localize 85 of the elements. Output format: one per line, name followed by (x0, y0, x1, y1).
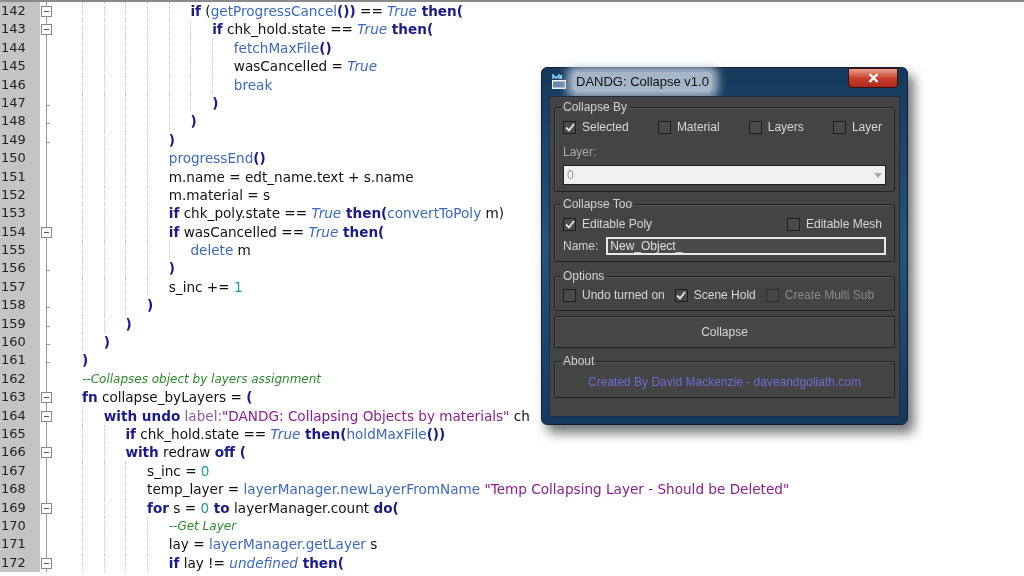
checkbox-label: Layers (767, 119, 804, 136)
code-line: m.name = edt_name.text + s.name (168, 167, 414, 186)
line-number: 156 (0, 259, 40, 278)
checkbox-label: Editable Poly (582, 216, 653, 233)
code-line: wasCancelled = True (233, 57, 378, 76)
code-line: with redraw off ( (125, 443, 247, 462)
group-label: About (562, 353, 596, 370)
group-label: Collapse Too (562, 196, 634, 213)
code-line: ) (190, 112, 197, 131)
checkbox[interactable] (832, 120, 846, 134)
code-line: if wasCancelled == True then( (168, 222, 385, 242)
checkbox[interactable] (748, 120, 762, 134)
line-number: 160 (0, 333, 40, 352)
line-number: 153 (0, 204, 40, 223)
code-line: ) (147, 296, 154, 315)
checkbox-label: Editable Mesh (805, 216, 882, 233)
code-line: --Collapses object by layers assignment (82, 371, 321, 389)
line-number: 168 (0, 480, 40, 499)
checkbox-label: Material (676, 119, 720, 136)
code-line: ) (103, 333, 110, 352)
window-title: DANDG: Collapse v1.0 (573, 72, 712, 92)
checkbox-label: Undo turned on (582, 287, 665, 304)
field-label: Name: (563, 238, 599, 255)
group-label: Collapse By (562, 99, 629, 116)
line-number: 148 (0, 112, 40, 131)
line-number: 163 (0, 388, 40, 407)
collapse-icon[interactable] (41, 557, 52, 569)
code-line: break (233, 75, 273, 94)
checkbox-label: Layer (851, 119, 882, 136)
code-line: if chk_poly.state == True then(convertToPoly m) (168, 204, 505, 223)
collapse-icon[interactable] (41, 226, 52, 238)
code-line: delete m (190, 241, 251, 260)
code-line: if (getProgressCancel()) == True then( (190, 2, 463, 21)
checkbox[interactable] (657, 120, 671, 134)
line-number: 171 (0, 535, 40, 554)
line-number: 155 (0, 241, 40, 260)
code-line: fetchMaxFile() (233, 38, 332, 58)
collapse-icon[interactable] (41, 6, 52, 17)
code-line: ) (212, 93, 219, 113)
dropdown-arrow-icon (874, 172, 882, 178)
checkbox-label: Scene Hold (693, 287, 756, 304)
field-label: Layer: (563, 144, 598, 161)
line-number: 158 (0, 296, 40, 315)
line-number: 142 (0, 2, 40, 21)
app-icon (551, 74, 567, 90)
checkbox[interactable] (786, 217, 800, 231)
code-line: progressEnd() (168, 149, 266, 168)
checkbox[interactable] (563, 217, 576, 231)
about-text: Created By David Mackenzie - daveandgoliath.com (587, 374, 862, 391)
code-line: if chk_hold.state == True then(holdMaxFile()) (125, 425, 446, 444)
checkbox[interactable] (563, 120, 576, 134)
code-line: ) (125, 314, 132, 334)
checkbox[interactable] (563, 288, 576, 302)
code-line: m.material = s (168, 185, 271, 205)
collapse-icon[interactable] (41, 392, 52, 404)
code-line: ) (168, 130, 175, 150)
line-number: 150 (0, 149, 40, 168)
checkbox[interactable] (674, 288, 688, 302)
code-line: --Get Layer (168, 518, 237, 536)
code-line: temp_layer = layerManager.newLayerFromName "Temp Collapsing Layer - Should be Deleted" (147, 480, 790, 499)
line-number: 161 (0, 351, 40, 370)
line-number: 166 (0, 443, 40, 462)
checkbox-label: Selected (582, 119, 629, 136)
code-line: ) (168, 259, 175, 278)
line-number: 143 (0, 20, 40, 39)
checkbox-label: Create Multi Sub (784, 287, 875, 304)
line-number: 145 (0, 57, 40, 76)
collapse-icon[interactable] (41, 502, 52, 514)
code-line: for s = 0 to layerManager.count do( (147, 498, 399, 517)
code-line: if lay != undefined then( (168, 553, 344, 573)
name-field[interactable]: New_Object_ (606, 237, 886, 255)
code-line: ) (82, 351, 89, 370)
close-button[interactable] (848, 68, 898, 88)
group-label: Options (562, 268, 606, 285)
code-line: lay = layerManager.getLayer s (168, 535, 378, 554)
code-line: s_inc += 1 (168, 277, 243, 297)
code-line: fn collapse_byLayers = ( (82, 388, 253, 407)
collapse-button[interactable]: Collapse (554, 316, 895, 348)
code-line: s_inc = 0 (147, 461, 210, 481)
code-line: with undo label:"DANDG: Collapsing Objects by materials" ch (103, 406, 530, 425)
collapse-icon[interactable] (41, 24, 52, 36)
collapse-icon[interactable] (41, 410, 52, 422)
close-icon (867, 73, 879, 83)
code-line: if chk_hold.state == True then( (212, 20, 434, 39)
collapse-icon[interactable] (41, 447, 52, 459)
